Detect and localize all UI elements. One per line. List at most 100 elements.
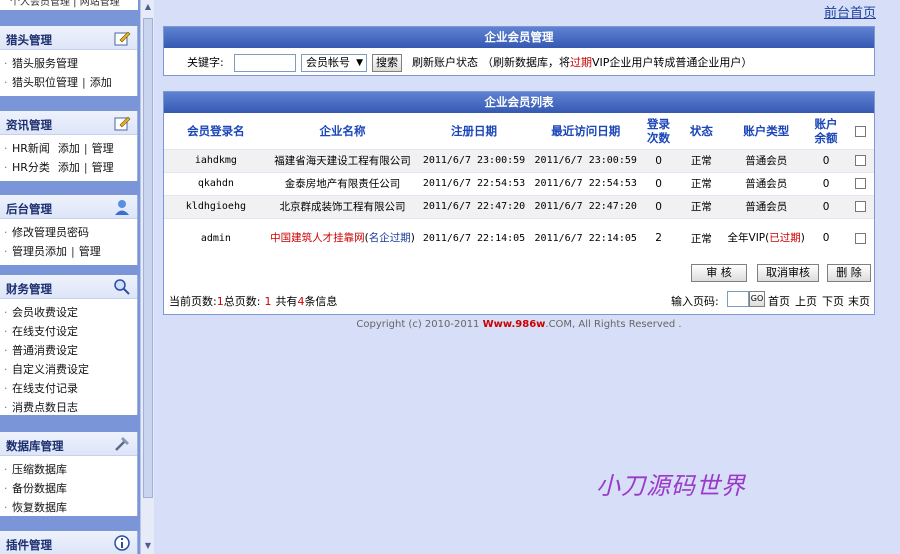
member-list-panel: 企业会员列表 会员登录名 企业名称 注册日期 最近访问日期 登录次数 状态 账户… xyxy=(163,91,875,315)
first-page-link[interactable]: 首页 xyxy=(768,293,790,309)
scroll-up-icon[interactable]: ▲ xyxy=(143,2,153,12)
table-row: kldhgioehg 北京群成装饰工程有限公司 2011/6/7 22:47:2… xyxy=(164,194,874,218)
sidebar-item-label[interactable]: 管理员添加 xyxy=(12,245,67,258)
sidebar-block-header[interactable]: 数据库管理 xyxy=(0,432,137,456)
chevron-down-icon: ▼ xyxy=(356,58,363,68)
sidebar-item-label[interactable]: 猎头职位管理 xyxy=(12,76,78,89)
account-balance: 0 xyxy=(806,194,847,218)
member-login[interactable]: iahdkmg xyxy=(164,148,268,172)
page-number-input[interactable] xyxy=(727,291,749,307)
sidebar-block-title: 财务管理 xyxy=(6,282,52,296)
sidebar-block-header[interactable]: 财务管理 xyxy=(0,275,137,299)
sidebar-item-points-log[interactable]: 消费点数日志 xyxy=(0,398,137,417)
table-row: iahdkmg 福建省海天建设工程有限公司 2011/6/7 23:00:59 … xyxy=(164,148,874,172)
last-visit-date: 2011/6/7 22:14:05 xyxy=(530,217,641,258)
scrollbar-thumb[interactable] xyxy=(143,18,153,498)
sidebar-block-header[interactable]: 后台管理 xyxy=(0,195,137,219)
sidebar-item-add-link[interactable]: 添加 xyxy=(58,142,80,155)
column-header: 最近访问日期 xyxy=(530,113,641,149)
go-button[interactable]: GO xyxy=(749,291,765,307)
sidebar-item-online-pay-records[interactable]: 在线支付记录 xyxy=(0,379,137,398)
sidebar-item-add-link[interactable]: 添加 xyxy=(58,161,80,174)
account-type-cell: 全年VIP(已过期) xyxy=(726,217,807,258)
sidebar-item-fee-settings[interactable]: 会员收费设定 xyxy=(0,303,137,322)
sidebar-block-header[interactable]: 猎头管理 xyxy=(0,26,137,50)
sidebar-block-header[interactable]: 插件管理 xyxy=(0,531,137,554)
keyword-label: 关键字: xyxy=(187,56,224,69)
account-type-paren: ) xyxy=(800,232,805,245)
sidebar-item-manage-link[interactable]: 管理 xyxy=(92,142,114,155)
login-count: 0 xyxy=(640,148,677,172)
sidebar-item-hr-category: HR分类添加| 管理 xyxy=(0,158,137,177)
row-checkbox-cell xyxy=(846,148,874,172)
row-checkbox[interactable] xyxy=(854,232,866,244)
column-header: 账户类型 xyxy=(726,113,807,149)
company-name[interactable]: 金泰房地产有限责任公司 xyxy=(267,171,418,195)
separator: | xyxy=(71,245,75,258)
search-button[interactable]: 搜索 xyxy=(372,54,402,72)
account-type-note: 已过期 xyxy=(769,232,801,245)
sidebar-item-hr-news: HR新闻添加| 管理 xyxy=(0,139,137,158)
sidebar-item-change-password[interactable]: 修改管理员密码 xyxy=(0,223,137,242)
sidebar-item-label: 普通消费设定 xyxy=(12,344,78,357)
sidebar-item-label: 自定义消费设定 xyxy=(12,363,89,376)
sidebar-item-add-link[interactable]: 添加 xyxy=(90,76,112,89)
search-panel: 企业会员管理 关键字: 会员帐号 ▼ 搜索 刷新账户状态 （刷新数据库，将过期V… xyxy=(163,26,875,76)
sidebar-item-compress-db[interactable]: 压缩数据库 xyxy=(0,460,137,479)
sidebar-item-manage-link[interactable]: 管理 xyxy=(92,161,114,174)
column-header: 账户余额 xyxy=(806,113,847,149)
column-header-label: 登录次数 xyxy=(647,116,671,145)
member-login[interactable]: admin xyxy=(164,217,268,258)
separator: | xyxy=(83,142,88,155)
prev-page-link[interactable]: 上页 xyxy=(795,293,817,309)
search-row: 关键字: 会员帐号 ▼ 搜索 刷新账户状态 （刷新数据库，将过期VIP企业用户转… xyxy=(164,54,874,74)
home-link[interactable]: 前台首页 xyxy=(824,2,876,21)
last-visit-date: 2011/6/7 23:00:59 xyxy=(530,148,641,172)
last-page-link[interactable]: 末页 xyxy=(848,293,870,309)
row-checkbox[interactable] xyxy=(854,155,866,166)
next-page-link[interactable]: 下页 xyxy=(822,293,844,309)
sidebar-item-backup-db[interactable]: 备份数据库 xyxy=(0,479,137,498)
sidebar-block-headhunter: 猎头管理 猎头服务管理 猎头职位管理 | 添加 xyxy=(0,26,138,96)
total-pages-label: 总页数: xyxy=(223,295,261,308)
search-icon xyxy=(114,279,130,295)
sidebar-item-manage-link[interactable]: 管理 xyxy=(79,245,101,258)
search-panel-title: 企业会员管理 xyxy=(164,27,874,48)
sidebar-item-headhunter-service[interactable]: 猎头服务管理 xyxy=(0,54,137,73)
company-name[interactable]: 福建省海天建设工程有限公司 xyxy=(267,148,418,172)
row-checkbox[interactable] xyxy=(854,201,866,212)
keyword-input[interactable] xyxy=(234,54,296,72)
member-login[interactable]: kldhgioehg xyxy=(164,194,268,218)
sidebar-item-restore-db[interactable]: 恢复数据库 xyxy=(0,498,137,517)
scroll-down-icon[interactable]: ▼ xyxy=(143,541,153,551)
sidebar-scrollbar[interactable]: ▲ ▼ xyxy=(140,0,154,554)
cancel-approve-button[interactable]: 取消审核 xyxy=(757,264,819,282)
delete-button[interactable]: 删 除 xyxy=(827,264,871,282)
table-row: qkahdn 金泰房地产有限责任公司 2011/6/7 22:54:53 201… xyxy=(164,171,874,195)
company-name[interactable]: 北京群成装饰工程有限公司 xyxy=(267,194,418,218)
separator: | xyxy=(83,161,88,174)
row-checkbox[interactable] xyxy=(854,178,866,189)
page-input-label: 输入页码: xyxy=(671,295,719,308)
copyright-text: .COM, All Rights Reserved . xyxy=(545,319,682,330)
sidebar-item-headhunter-jobs[interactable]: 猎头职位管理 | 添加 xyxy=(0,73,137,92)
row-checkbox-cell xyxy=(846,217,874,258)
current-page: 1 xyxy=(216,295,224,308)
last-visit-date: 2011/6/7 22:54:53 xyxy=(530,171,641,195)
sidebar-block-header[interactable]: 资讯管理 xyxy=(0,111,137,135)
sidebar-item-label: 恢复数据库 xyxy=(12,501,67,514)
approve-button[interactable]: 审 核 xyxy=(691,264,747,282)
company-name[interactable]: 中国建筑人才挂靠网 xyxy=(270,232,365,244)
sidebar-item-normal-consume-settings[interactable]: 普通消费设定 xyxy=(0,341,137,360)
copyright-text: Copyright (c) 2010-2011 xyxy=(356,319,483,330)
count-label: 条信息 xyxy=(304,295,338,308)
sidebar-item-online-pay-settings[interactable]: 在线支付设定 xyxy=(0,322,137,341)
sidebar-item-custom-consume-settings[interactable]: 自定义消费设定 xyxy=(0,360,137,379)
field-select[interactable]: 会员帐号 ▼ xyxy=(301,54,367,72)
column-header: 注册日期 xyxy=(417,113,531,149)
login-count: 0 xyxy=(640,171,677,195)
member-login[interactable]: qkahdn xyxy=(164,171,268,195)
refresh-account-status-link[interactable]: 刷新账户状态 xyxy=(412,54,478,72)
select-all-checkbox[interactable] xyxy=(854,125,866,137)
pagination: 当前页数:1总页数: 1 共有4条信息 输入页码: GO 首页 上页 下页 末页 xyxy=(164,291,874,311)
